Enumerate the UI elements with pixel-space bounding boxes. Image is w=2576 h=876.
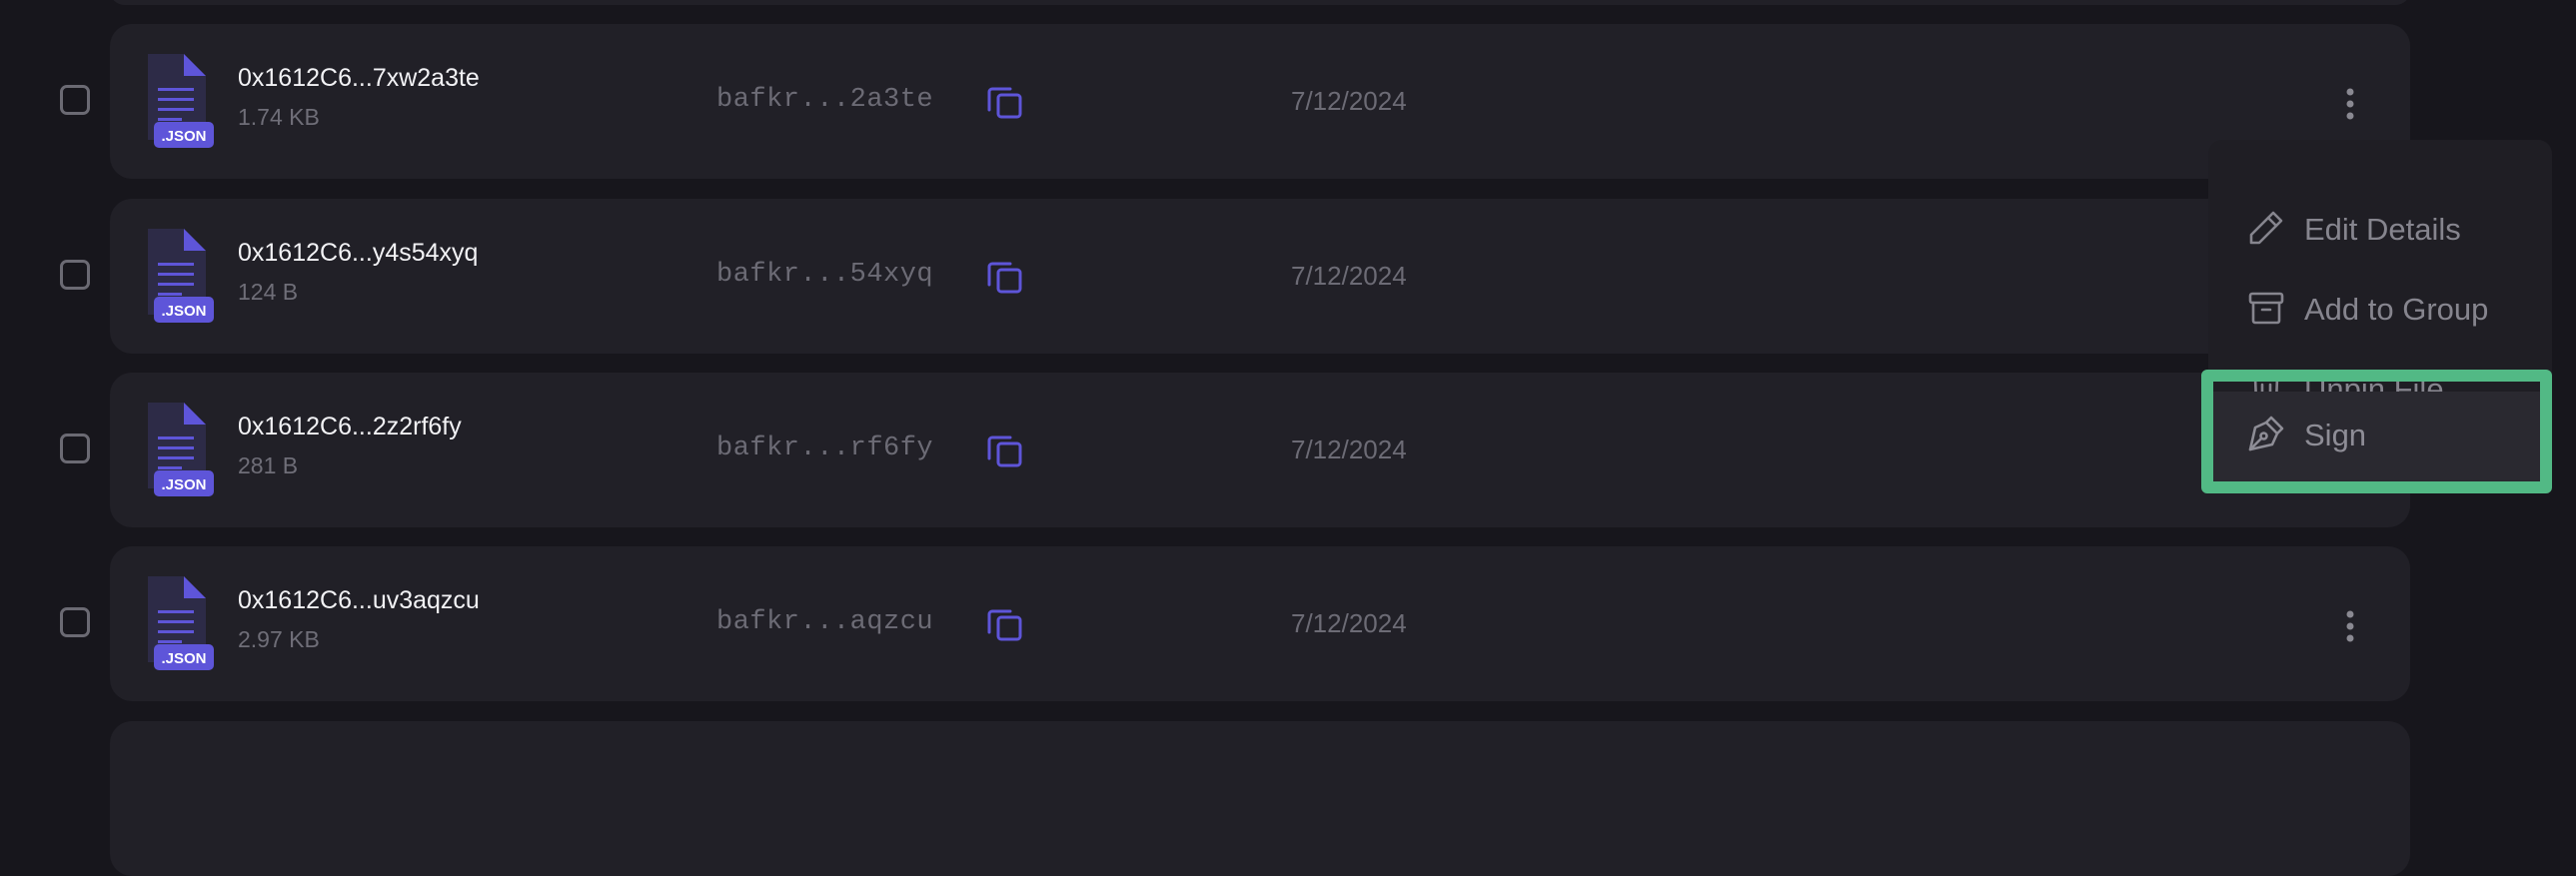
json-file-icon: .JSON [148,54,214,148]
menu-item-sign[interactable]: Sign [2208,400,2552,467]
file-date: 7/12/2024 [1291,261,1407,291]
file-date: 7/12/2024 [1291,608,1407,638]
copy-icon[interactable] [982,603,1026,647]
row-checkbox[interactable] [60,434,90,463]
file-row[interactable]: .JSON 0x1612C6...7xw2a3te 1.74 KB bafkr.… [60,24,2410,179]
file-name: 0x1612C6...y4s54xyq [238,239,479,267]
file-date: 7/12/2024 [1291,86,1407,116]
file-name: 0x1612C6...uv3aqzcu [238,586,480,614]
row-checkbox[interactable] [60,260,90,290]
svg-text:.JSON: .JSON [161,476,206,493]
menu-item-label: Edit Details [2304,212,2461,247]
more-options-icon[interactable] [2330,602,2370,650]
file-cid: bafkr...2a3te [716,85,934,115]
file-size: 124 B [238,279,299,305]
pencil-icon [2249,211,2283,245]
file-cid: bafkr...aqzcu [716,607,934,637]
more-options-icon[interactable] [2330,80,2370,128]
archive-icon [2248,292,2284,325]
file-date: 7/12/2024 [1291,435,1407,464]
file-cid: bafkr...rf6fy [716,434,934,463]
file-name: 0x1612C6...2z2rf6fy [238,413,462,440]
menu-item-add-to-group[interactable]: Add to Group [2208,274,2552,342]
file-row[interactable]: .JSON 0x1612C6...uv3aqzcu 2.97 KB bafkr.… [60,546,2410,701]
svg-text:.JSON: .JSON [161,650,206,667]
file-row-partial-bottom [110,721,2410,876]
file-row[interactable]: .JSON 0x1612C6...y4s54xyq 124 B bafkr...… [60,199,2410,354]
menu-item-label: Add to Group [2304,292,2489,327]
file-size: 1.74 KB [238,104,320,130]
json-file-icon: .JSON [148,403,214,496]
file-cid: bafkr...54xyq [716,260,934,290]
row-checkbox[interactable] [60,607,90,637]
copy-icon[interactable] [982,430,1026,473]
file-name: 0x1612C6...7xw2a3te [238,64,480,92]
file-size: 281 B [238,452,299,478]
file-row-partial-top [110,0,2410,5]
json-file-icon: .JSON [148,229,214,323]
file-size: 2.97 KB [238,626,320,652]
file-row[interactable]: .JSON 0x1612C6...2z2rf6fy 281 B bafkr...… [60,373,2410,527]
copy-icon[interactable] [982,256,1026,300]
json-file-icon: .JSON [148,576,214,670]
svg-text:.JSON: .JSON [161,128,206,145]
menu-item-label: Sign [2304,418,2367,452]
pen-nib-icon [2248,416,2284,451]
copy-icon[interactable] [982,81,1026,125]
menu-item-edit-details[interactable]: Edit Details [2208,194,2552,262]
row-checkbox[interactable] [60,85,90,115]
svg-text:.JSON: .JSON [161,303,206,320]
